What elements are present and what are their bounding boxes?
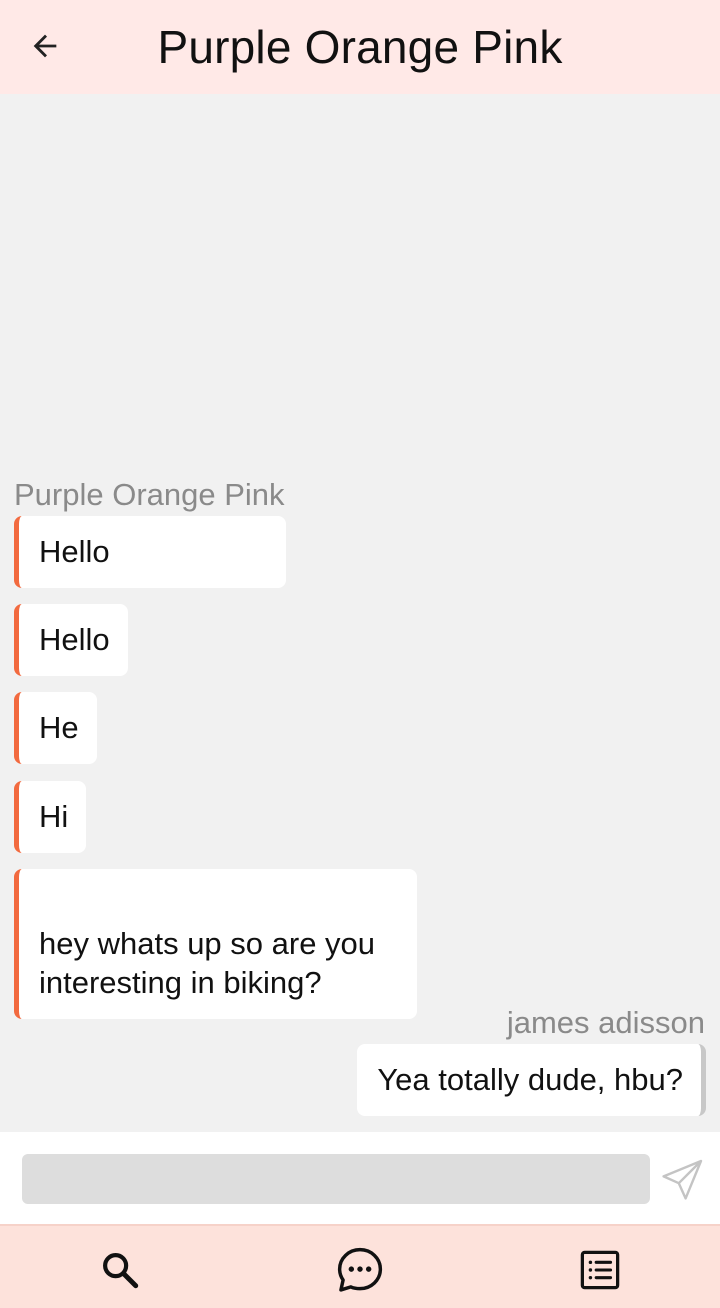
bottom-navigation [0, 1224, 720, 1308]
search-icon [103, 1253, 139, 1289]
message-text: Hello [39, 534, 110, 569]
message-text: Hi [39, 799, 69, 834]
incoming-message[interactable]: Hello [14, 516, 286, 588]
nav-list[interactable] [574, 1244, 626, 1296]
message-text: Yea totally dude, hbu? [377, 1062, 683, 1097]
user-name-label: james adisson [506, 1005, 705, 1040]
contact-name-label: Purple Orange Pink [14, 477, 285, 512]
incoming-message[interactable]: He [14, 692, 97, 764]
message-composer [0, 1132, 720, 1224]
message-text: He [39, 710, 79, 745]
nav-chat[interactable] [334, 1244, 386, 1296]
incoming-message[interactable]: hey whats up so are you interesting in b… [14, 869, 417, 1019]
nav-search[interactable] [94, 1244, 146, 1296]
message-text: Hello [39, 622, 110, 657]
message-list[interactable]: Purple Orange Pink Hello Hello He Hi hey… [0, 94, 720, 1132]
page-title: Purple Orange Pink [157, 21, 563, 73]
send-button[interactable] [656, 1154, 708, 1206]
back-button[interactable] [22, 23, 68, 69]
chat-bubble-icon [337, 1247, 383, 1292]
app-header: Purple Orange Pink [0, 0, 720, 94]
outgoing-message[interactable]: Yea totally dude, hbu? [357, 1044, 706, 1116]
message-input[interactable] [22, 1154, 650, 1204]
send-icon [662, 1159, 703, 1200]
incoming-message[interactable]: Hi [14, 781, 87, 853]
arrow-left-icon [33, 34, 57, 58]
list-icon [580, 1250, 620, 1290]
incoming-message[interactable]: Hello [14, 604, 128, 676]
message-text: hey whats up so are you interesting in b… [39, 926, 376, 1000]
